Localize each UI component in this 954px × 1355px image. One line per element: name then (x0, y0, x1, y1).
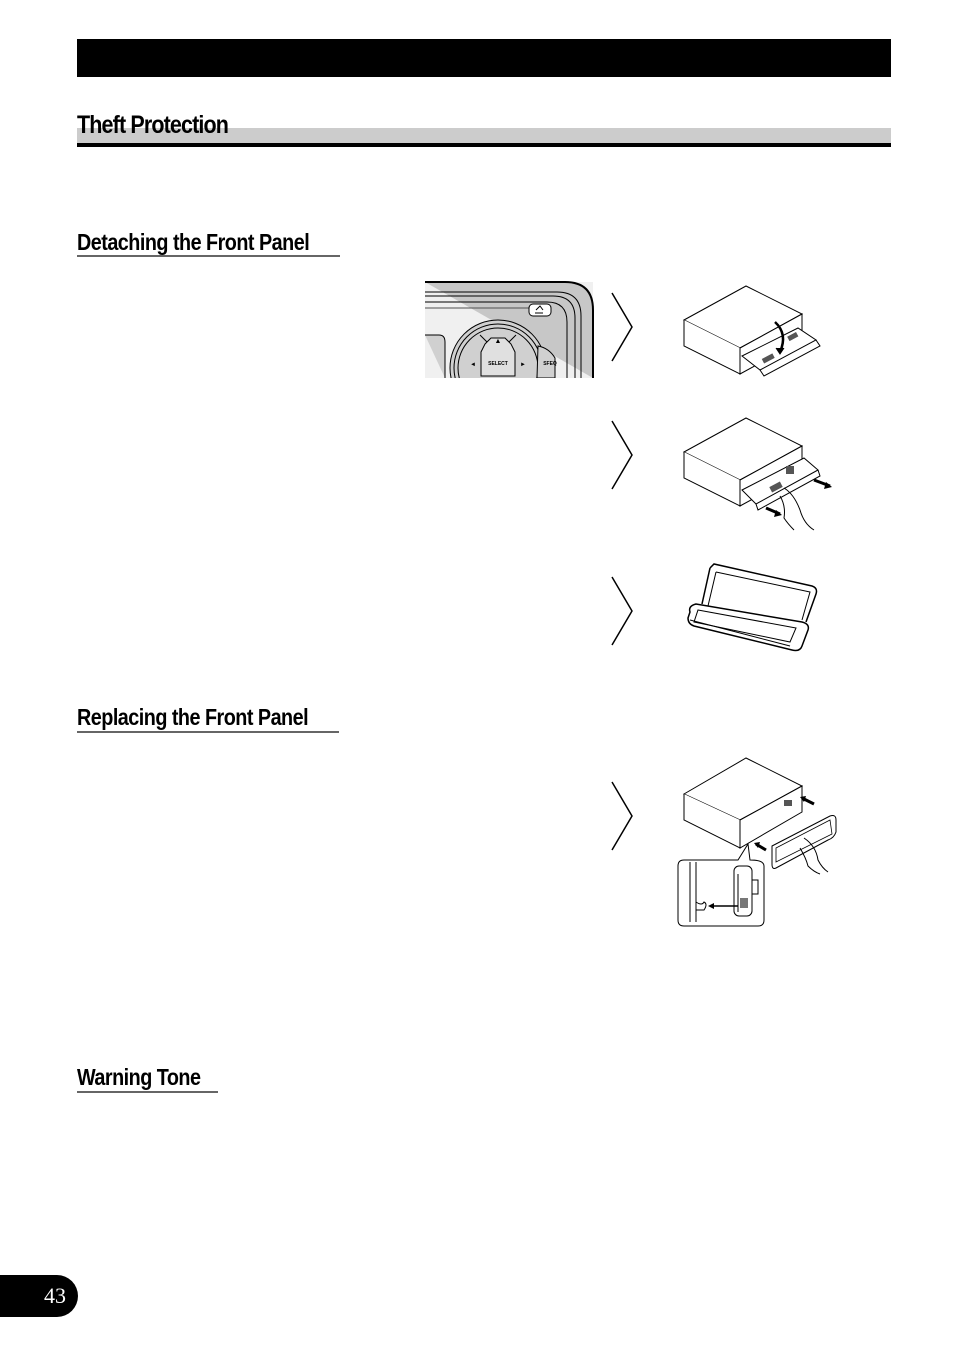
step-arrow-icon (611, 781, 633, 851)
hand-icon (779, 487, 815, 531)
heading-underline (77, 1091, 218, 1093)
heading-warning-tone: Warning Tone (77, 1064, 201, 1090)
left-arrow-icon: ◄ (470, 362, 476, 368)
step-arrow-icon (611, 420, 633, 490)
heading-replacing-front-panel: Replacing the Front Panel (77, 704, 309, 730)
sfeq-button-label: SFEQ (543, 361, 557, 367)
hook-detail-inset (677, 842, 765, 927)
page-number: 43 (44, 1283, 66, 1308)
step-arrow-icon (611, 576, 633, 646)
figure-replace-step-1 (677, 757, 837, 927)
right-arrow-icon: ► (520, 362, 526, 368)
heading-underline (77, 255, 340, 257)
header-bar (77, 39, 891, 77)
heading-detaching-front-panel: Detaching the Front Panel (77, 229, 310, 255)
page-number-tab: 43 (0, 1275, 78, 1317)
section-title: Theft Protection (77, 111, 229, 139)
figure-detach-step-2 (682, 417, 832, 531)
step-arrow-icon (611, 292, 633, 362)
heading-underline (77, 731, 339, 733)
figure-detach-step-3 (687, 563, 818, 652)
figure-detach-step-1 (682, 285, 821, 377)
section-title-rule (77, 143, 891, 147)
select-button-label: SELECT (488, 361, 508, 367)
control-panel-illustration: ▲ ◄ ► SELECT SFEQ (425, 280, 597, 378)
eject-button-icon (528, 303, 552, 317)
up-arrow-icon: ▲ (495, 338, 502, 345)
